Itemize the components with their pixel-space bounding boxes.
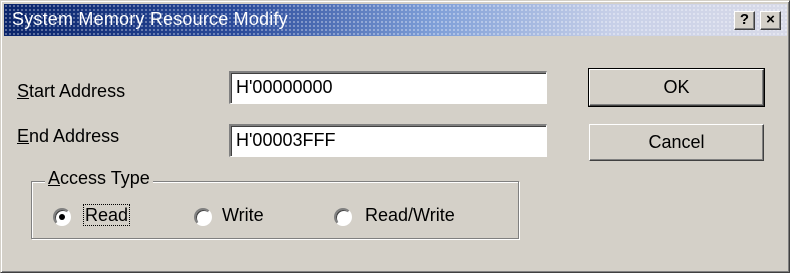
read-radio[interactable] — [53, 208, 71, 226]
end-address-field[interactable]: H'00003FFF — [229, 124, 547, 157]
write-radio-label[interactable]: Write — [222, 205, 264, 226]
access-type-legend: Access Type — [45, 168, 153, 189]
help-button[interactable]: ? — [734, 11, 755, 30]
close-button[interactable]: × — [760, 11, 781, 30]
close-icon: × — [766, 11, 775, 28]
end-address-value: H'00003FFF — [236, 130, 336, 150]
read-write-radio[interactable] — [334, 208, 352, 226]
help-icon: ? — [739, 11, 750, 28]
cancel-button[interactable]: Cancel — [589, 124, 764, 161]
end-address-label: End Address — [17, 126, 120, 146]
system-memory-resource-modify-dialog: System Memory Resource Modify ? × Start … — [0, 0, 790, 273]
start-address-value: H'00000000 — [236, 77, 333, 97]
read-radio-label[interactable]: Read — [83, 204, 131, 226]
start-address-label: Start Address — [17, 81, 126, 101]
title-bar[interactable]: System Memory Resource Modify ? × — [4, 4, 787, 36]
ok-button[interactable]: OK — [588, 68, 765, 107]
window-title: System Memory Resource Modify — [12, 9, 288, 29]
start-address-field[interactable]: H'00000000 — [229, 71, 547, 104]
read-write-radio-label[interactable]: Read/Write — [365, 205, 455, 226]
write-radio[interactable] — [194, 208, 212, 226]
